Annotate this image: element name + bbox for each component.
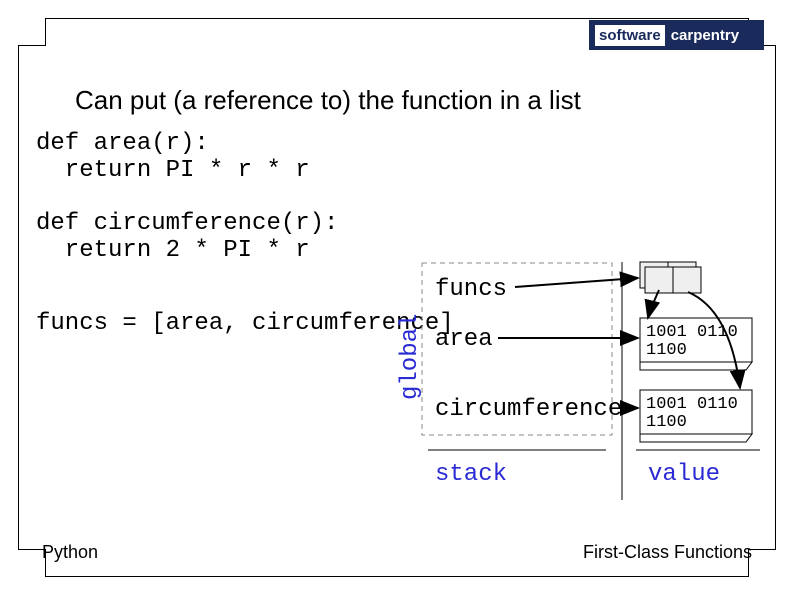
logo-left: software (595, 25, 665, 46)
footer-left: Python (42, 542, 98, 563)
slide-title: Can put (a reference to) the function in… (75, 85, 581, 116)
footer-right: First-Class Functions (583, 542, 752, 563)
code-block-area: def area(r): return PI * r * r (36, 130, 310, 184)
logo-right: carpentry (665, 27, 745, 44)
code-block-funcs: funcs = [area, circumference] (36, 310, 454, 337)
code-block-circumference: def circumference(r): return 2 * PI * r (36, 210, 338, 264)
software-carpentry-logo: software carpentry (589, 20, 764, 50)
corner-cut (748, 549, 776, 577)
corner-cut (18, 18, 46, 46)
